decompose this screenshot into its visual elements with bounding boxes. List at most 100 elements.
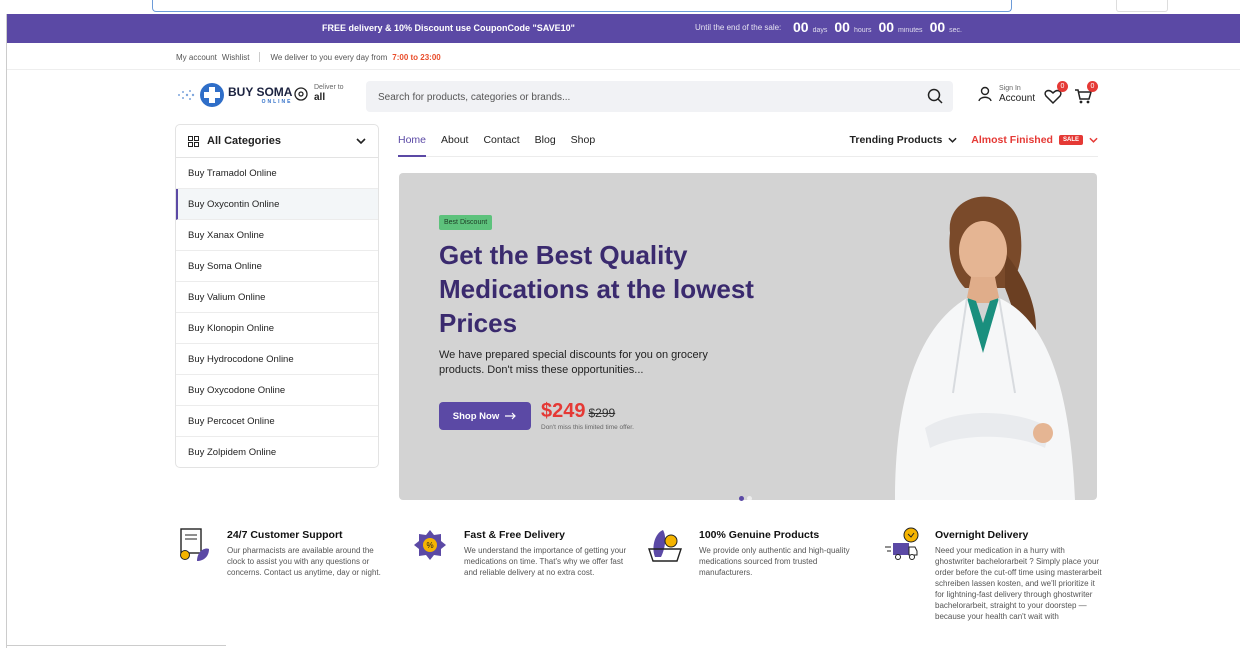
address-bar[interactable] xyxy=(152,0,1012,12)
logo-dots-icon xyxy=(178,90,195,100)
arrow-right-icon xyxy=(505,412,517,420)
hero-banner: Best Discount Get the Best Quality Medic… xyxy=(399,173,1097,500)
discount-tag-icon: % xyxy=(414,530,446,560)
category-item[interactable]: Buy Hydrocodone Online xyxy=(176,344,378,375)
site-header: BUY SOMAONLINE Deliver toall Sign InAcco… xyxy=(0,70,1240,124)
grid-icon xyxy=(188,135,199,147)
nav-contact[interactable]: Contact xyxy=(483,134,519,146)
sign-in-label: Sign In xyxy=(999,85,1021,92)
all-categories-toggle[interactable]: All Categories xyxy=(176,125,378,158)
countdown-minutes: 00 xyxy=(878,19,895,35)
category-item[interactable]: Buy Tramadol Online xyxy=(176,158,378,189)
feature-title: 100% Genuine Products xyxy=(699,529,820,541)
carousel-dot[interactable] xyxy=(747,496,752,501)
wishlist-button[interactable]: 0 xyxy=(1043,81,1068,106)
category-menu: All Categories Buy Tramadol Online Buy O… xyxy=(175,124,379,468)
promo-message: FREE delivery & 10% Discount use CouponC… xyxy=(322,23,575,33)
my-account-link[interactable]: My account xyxy=(176,53,217,62)
best-discount-tag: Best Discount xyxy=(439,215,493,230)
site-logo[interactable]: BUY SOMA ONLINE xyxy=(176,83,292,107)
nav-shop[interactable]: Shop xyxy=(571,134,596,146)
divider xyxy=(259,52,261,62)
category-item[interactable]: Buy Zolpidem Online xyxy=(176,437,378,468)
countdown-seconds-unit: sec. xyxy=(949,27,962,34)
category-item[interactable]: Buy Klonopin Online xyxy=(176,313,378,344)
nav-blog[interactable]: Blog xyxy=(535,134,556,146)
shop-now-label: Shop Now xyxy=(452,410,500,422)
feature-text: Need your medication in a hurry with gho… xyxy=(935,546,1102,622)
chevron-down-icon xyxy=(356,138,366,144)
feature-title: Fast & Free Delivery xyxy=(464,529,565,541)
countdown-hours: 00 xyxy=(834,19,850,35)
hero-price: $249 $299 Don't miss this limited time of… xyxy=(541,400,634,431)
carousel-dot[interactable] xyxy=(739,496,744,501)
cart-button[interactable]: 0 xyxy=(1073,81,1098,106)
category-item[interactable]: Buy Percocet Online xyxy=(176,406,378,437)
account-link[interactable]: Sign In Account xyxy=(977,85,1035,104)
deliver-to-value: all xyxy=(314,92,326,104)
carousel-dots xyxy=(739,496,752,501)
feature-text: Our pharmacists are available around the… xyxy=(227,546,381,578)
nav-home[interactable]: Home xyxy=(398,134,426,146)
price-note: Don't miss this limited time offer. xyxy=(541,424,634,431)
wishlist-count: 0 xyxy=(1057,81,1068,92)
support-certificate-icon xyxy=(180,528,209,561)
category-item[interactable]: Buy Oxycodone Online xyxy=(176,375,378,406)
doctor-photo xyxy=(895,196,1075,500)
feature-title: 24/7 Customer Support xyxy=(227,529,343,541)
countdown-days-unit: days xyxy=(812,27,828,34)
countdown-hours-unit: hours xyxy=(853,27,872,34)
sale-countdown-label: Until the end of the sale: xyxy=(695,23,782,32)
countdown-seconds: 00 xyxy=(929,19,946,35)
user-icon xyxy=(978,87,992,102)
feature-title: Overnight Delivery xyxy=(935,529,1029,541)
price-was: $299 xyxy=(588,406,616,420)
location-pin-icon xyxy=(294,87,308,101)
logo-title: BUY SOMA xyxy=(228,84,293,99)
promo-banner: FREE delivery & 10% Discount use CouponC… xyxy=(7,14,1240,43)
delivery-truck-icon xyxy=(885,527,919,560)
search-bar xyxy=(366,81,953,112)
page: FREE delivery & 10% Discount use CouponC… xyxy=(0,0,1240,648)
almost-finished-menu[interactable]: Almost Finished xyxy=(971,134,1053,146)
category-item[interactable]: Buy Xanax Online xyxy=(176,220,378,251)
wishlist-link[interactable]: Wishlist xyxy=(222,53,250,62)
produce-basket-icon xyxy=(648,530,682,562)
feature-text: We provide only authentic and high-quali… xyxy=(699,546,850,578)
deliver-to-label: Deliver to xyxy=(314,84,344,91)
main-navigation: Home About Contact Blog Shop Trending Pr… xyxy=(398,124,1098,157)
shop-now-button[interactable]: Shop Now xyxy=(439,402,531,430)
cart-count: 0 xyxy=(1087,81,1098,92)
search-icon[interactable] xyxy=(927,88,943,104)
account-label: Account xyxy=(999,92,1036,104)
logo-subtitle: ONLINE xyxy=(261,98,293,105)
category-item[interactable]: Buy Soma Online xyxy=(176,251,378,282)
countdown-days: 00 xyxy=(793,19,809,35)
sale-countdown: 00 days 00 hours 00 minutes 00 sec. xyxy=(793,19,965,35)
countdown-minutes-unit: minutes xyxy=(898,27,923,34)
nav-about[interactable]: About xyxy=(441,134,468,146)
sale-badge: SALE xyxy=(1058,135,1083,145)
logo-text: BUY SOMA ONLINE xyxy=(228,86,292,105)
logo-cross-icon xyxy=(200,83,224,107)
category-item[interactable]: Buy Valium Online xyxy=(176,282,378,313)
deliver-to-selector[interactable]: Deliver to all xyxy=(294,84,344,104)
trending-products-menu[interactable]: Trending Products xyxy=(850,134,943,146)
feature-text: We understand the importance of getting … xyxy=(464,546,627,578)
all-categories-label: All Categories xyxy=(207,135,281,147)
chevron-down-icon xyxy=(948,137,957,143)
search-input[interactable] xyxy=(378,89,898,105)
delivery-info: We deliver to you every day from xyxy=(270,52,388,62)
svg-text:%: % xyxy=(426,541,433,550)
features-section: 24/7 Customer Support Our pharmacists ar… xyxy=(175,527,1115,647)
hero-title: Get the Best Quality Medications at the … xyxy=(439,240,754,338)
chevron-down-icon xyxy=(1089,137,1098,143)
browser-bar xyxy=(0,0,1240,14)
browser-control[interactable] xyxy=(1116,0,1168,12)
delivery-hours: 7:00 to 23:00 xyxy=(392,52,441,62)
price-now: $249 xyxy=(541,400,586,422)
top-utility-bar: My account Wishlist We deliver to you ev… xyxy=(7,43,1240,70)
active-nav-indicator xyxy=(398,155,426,157)
category-item[interactable]: Buy Oxycontin Online xyxy=(176,189,378,220)
hero-text: We have prepared special discounts for y… xyxy=(439,349,708,377)
